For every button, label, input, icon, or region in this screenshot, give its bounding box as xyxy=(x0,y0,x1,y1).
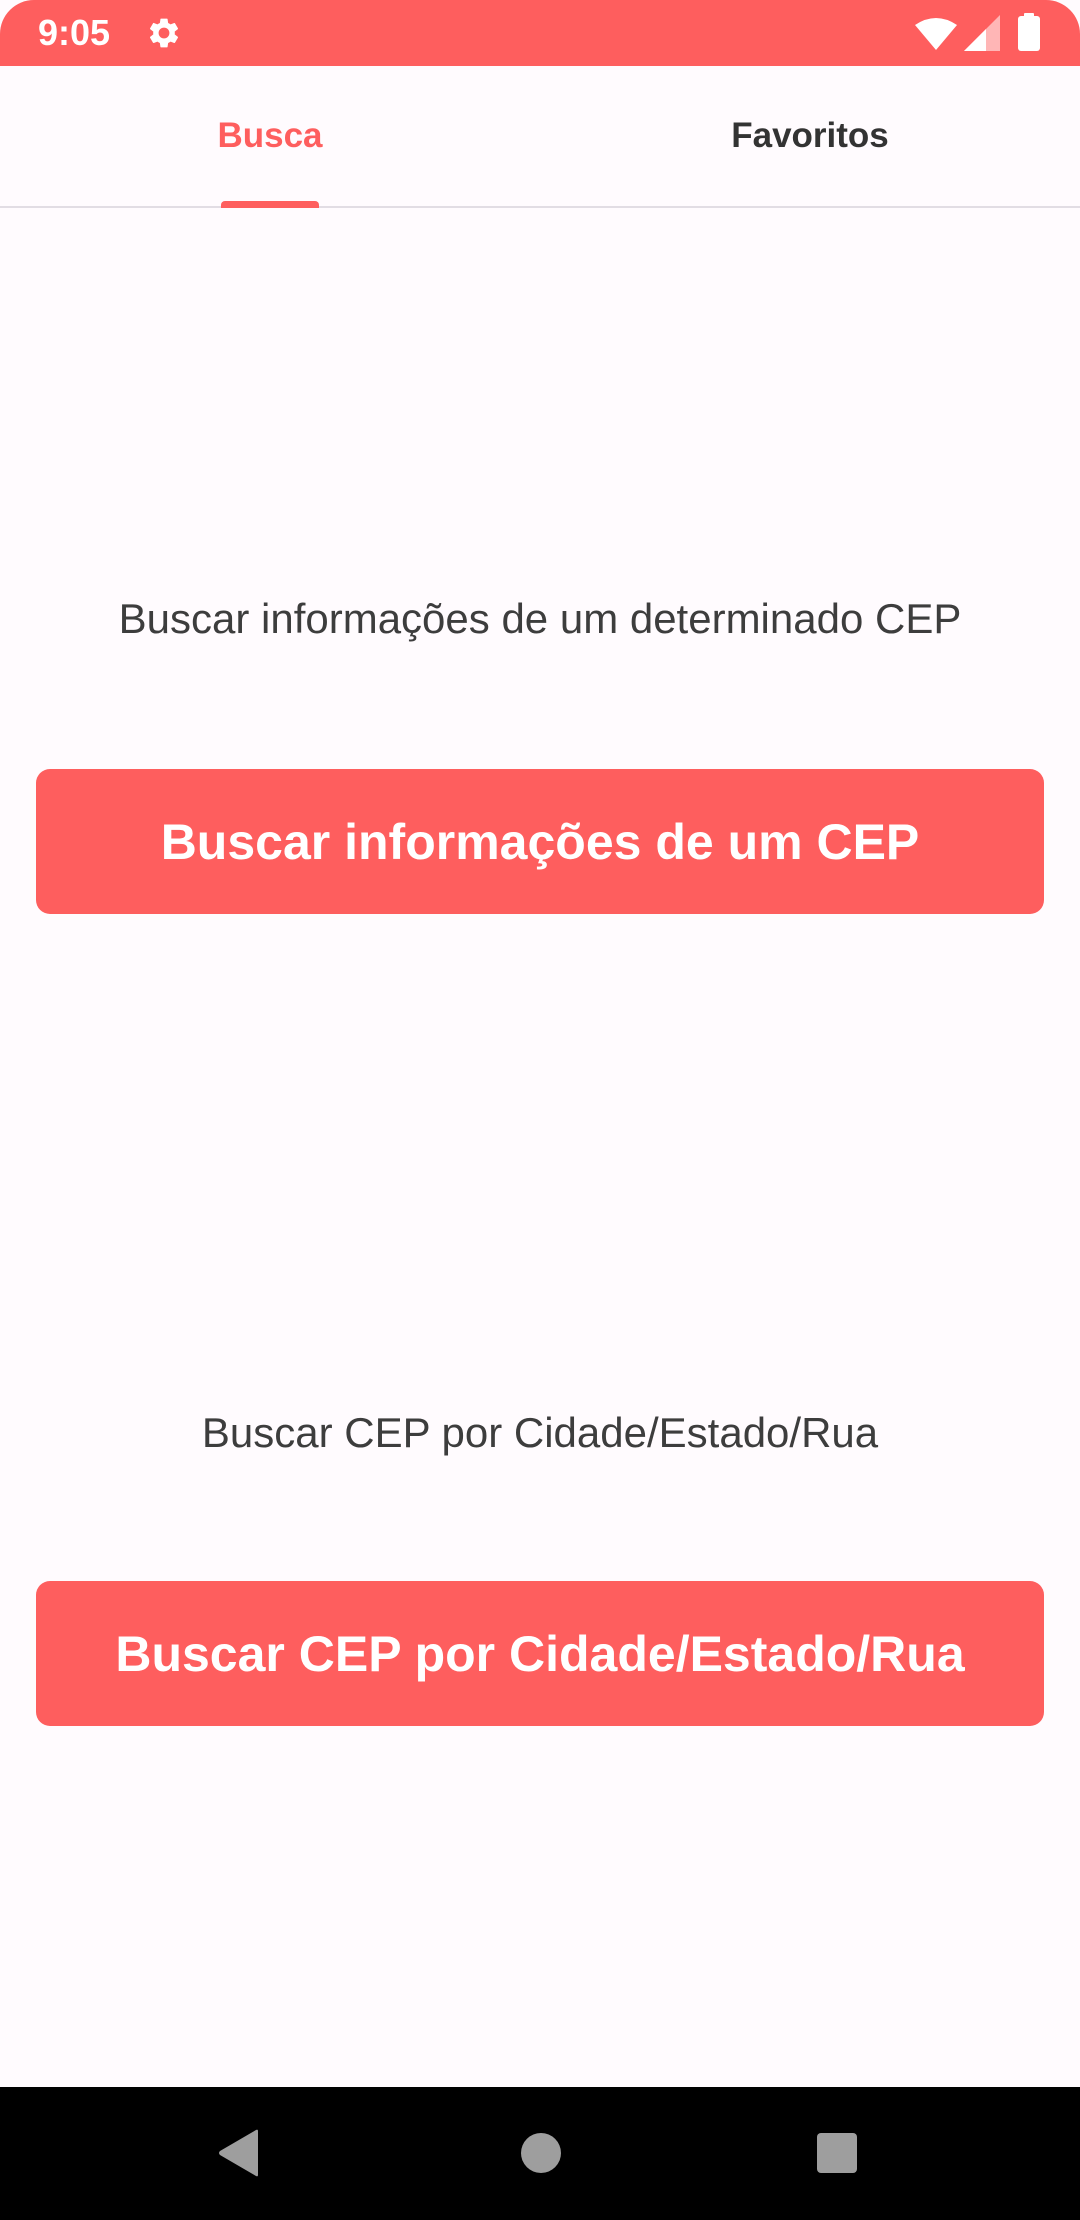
city-search-description: Buscar CEP por Cidade/Estado/Rua xyxy=(201,1409,879,1456)
cep-search-description: Buscar informações de um determinado CEP xyxy=(118,595,962,642)
tab-busca[interactable]: Busca xyxy=(0,66,540,206)
search-cep-info-button-label: Buscar informações de um CEP xyxy=(160,813,920,870)
status-time: 9:05 xyxy=(38,12,111,53)
home-icon[interactable] xyxy=(521,2133,561,2173)
tab-favoritos-label: Favoritos xyxy=(731,116,889,155)
battery-icon xyxy=(1018,13,1040,51)
signal-icon xyxy=(964,15,1000,51)
tab-busca-label: Busca xyxy=(217,116,323,155)
recents-icon[interactable] xyxy=(817,2133,857,2173)
tab-bar: Busca Favoritos xyxy=(0,66,1080,208)
gear-icon xyxy=(149,18,179,48)
wifi-icon xyxy=(915,18,957,50)
tab-favoritos[interactable]: Favoritos xyxy=(540,66,1080,206)
search-cep-by-address-button-label: Buscar CEP por Cidade/Estado/Rua xyxy=(115,1625,965,1682)
status-bar: 9:05 xyxy=(0,0,1080,66)
back-icon[interactable] xyxy=(218,2129,260,2177)
search-cep-by-address-button[interactable]: Buscar CEP por Cidade/Estado/Rua xyxy=(36,1581,1044,1726)
navigation-bar xyxy=(0,2087,1080,2220)
search-cep-info-button[interactable]: Buscar informações de um CEP xyxy=(36,769,1044,914)
tab-selection-indicator xyxy=(221,201,319,208)
